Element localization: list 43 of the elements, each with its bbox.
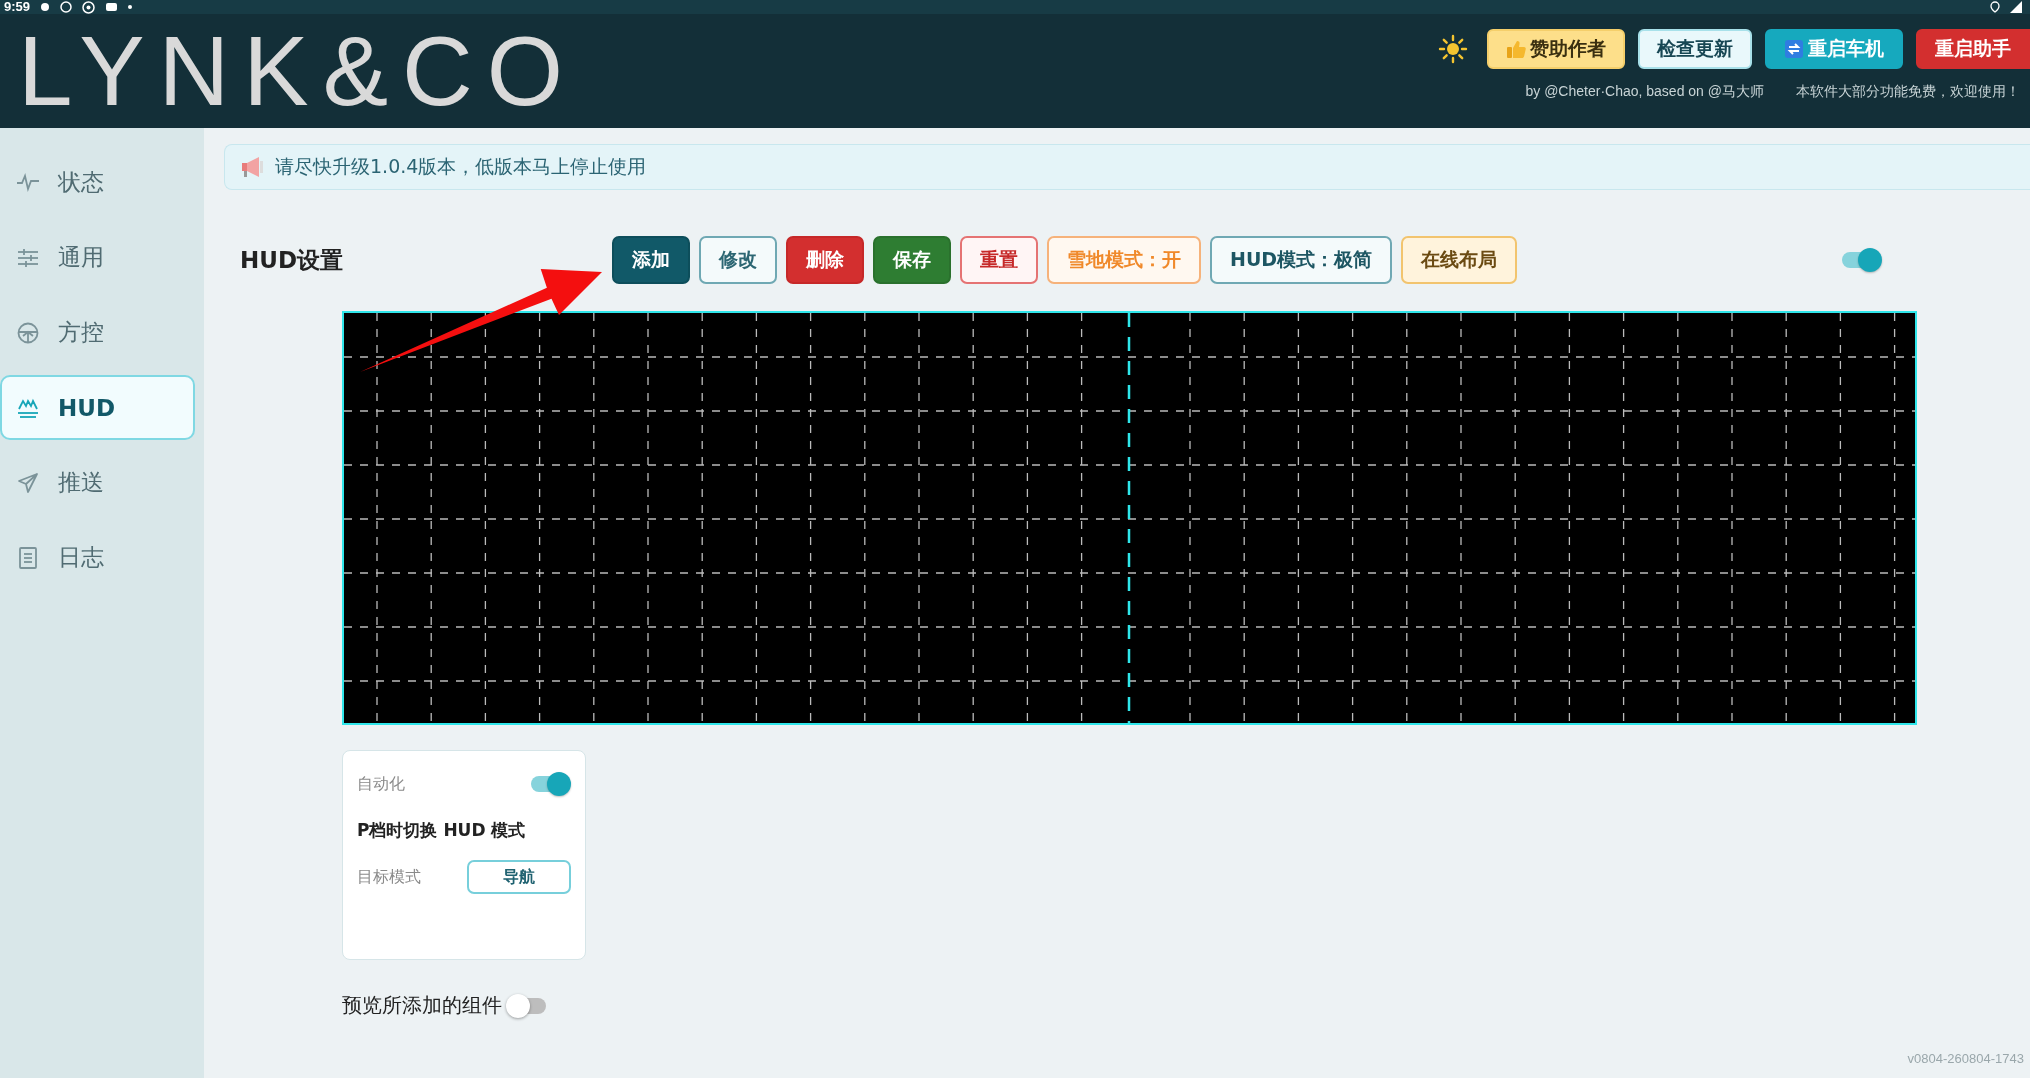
toolbar-button[interactable]: 修改 [699,236,777,284]
send-icon [16,470,40,495]
mode-select[interactable]: 导航 [467,860,571,894]
megaphone-icon [241,155,265,179]
document-icon [16,545,40,570]
section-title: HUD设置 [240,245,345,275]
credits-text: by @Cheter·Chao, based on @马大师 [1525,83,1764,101]
hud-toggle[interactable] [1840,247,1882,273]
sun-icon [1438,34,1468,64]
status-time: 9:59 [4,0,31,14]
notice-text: 请尽快升级1.0.4版本，低版本马上停止使用 [275,154,647,179]
clock-icon [60,1,73,13]
sidebar-item[interactable]: 通用 [0,225,195,290]
automation-toggle[interactable] [529,771,571,797]
toolbar-button[interactable]: 重置 [960,236,1038,284]
brand-logo: LYNK&CO [17,15,578,128]
sidebar-item[interactable]: 状态 [0,150,195,215]
sidebar-item[interactable]: 日志 [0,525,195,590]
header-button[interactable]: 赞助作者 [1487,29,1625,69]
location-icon [1990,1,2000,13]
header-button[interactable]: 重启助手 [1916,29,2030,69]
tagline-text: 本软件大部分功能免费，欢迎使用！ [1796,83,2020,101]
preview-label: 预览所添加的组件 [342,992,502,1019]
dot-icon [128,5,133,9]
toolbar-button[interactable]: 删除 [786,236,864,284]
sidebar-item[interactable]: HUD [0,375,195,440]
preview-toggle[interactable] [506,992,548,1019]
card-label: 自动化 [357,773,405,795]
thumbs-up-icon [1506,39,1526,59]
card-title: P档时切换 HUD 模式 [357,819,527,842]
badge-icon [82,0,96,14]
version-text: v0804-260804-1743 [1907,1051,2024,1066]
toolbar-button[interactable]: 保存 [873,236,951,284]
sidebar-item[interactable]: 推送 [0,450,195,515]
sidebar-item[interactable]: 方控 [0,300,195,365]
field-label: 目标模式 [357,866,421,888]
header-button[interactable]: 重启车机 [1765,29,1903,69]
toolbar-button[interactable]: HUD模式：极简 [1210,236,1393,284]
header-button[interactable]: 检查更新 [1638,29,1752,69]
refresh-icon [1784,39,1804,59]
toolbar-button[interactable]: 在线布局 [1401,236,1518,284]
steering-wheel-icon [16,320,40,345]
toolbar-button[interactable]: 添加 [612,236,690,284]
